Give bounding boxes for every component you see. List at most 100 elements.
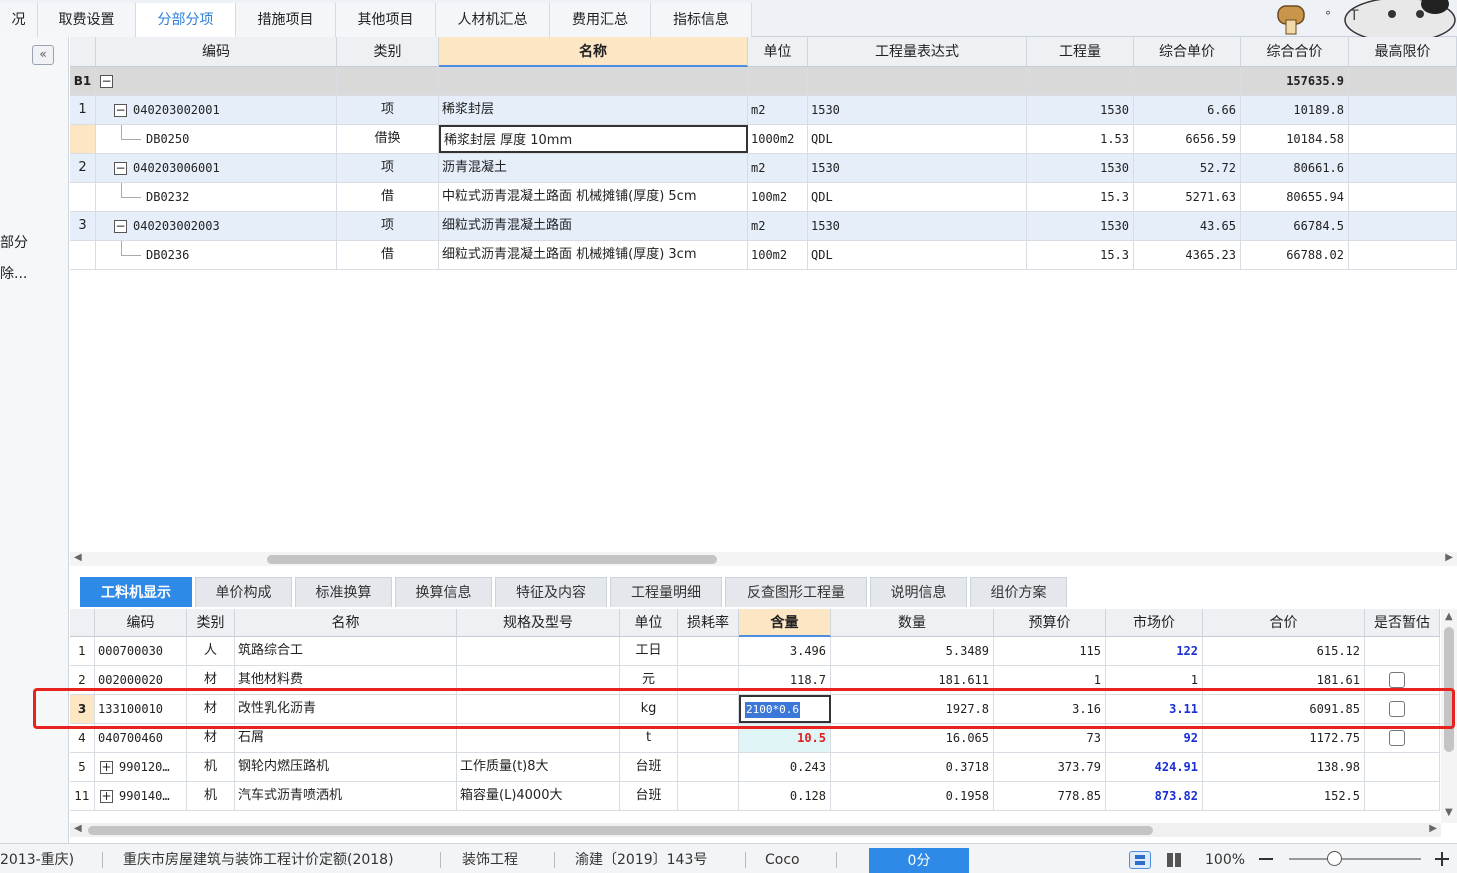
col-header-unit[interactable]: 单位 xyxy=(748,37,808,67)
col-header-quantity[interactable]: 数量 xyxy=(831,609,994,637)
unit-price-cell[interactable] xyxy=(1134,67,1241,95)
tab-fee-settings[interactable]: 取费设置 xyxy=(38,3,136,37)
qty-expr-cell[interactable]: QDL xyxy=(808,125,1027,153)
col-header-code[interactable]: 编码 xyxy=(96,37,337,67)
code-cell[interactable]: DB0250 xyxy=(96,125,337,153)
unit-price-cell[interactable]: 4365.23 xyxy=(1134,241,1241,269)
type-cell[interactable]: 项 xyxy=(337,154,439,182)
type-cell[interactable]: 人 xyxy=(187,637,235,665)
collapse-icon[interactable]: − xyxy=(114,220,127,233)
tab-labor-material-display[interactable]: 工料机显示 xyxy=(80,577,192,607)
col-header-name[interactable]: 名称 xyxy=(235,609,457,637)
provisional-cell[interactable] xyxy=(1365,782,1440,810)
collapse-sidebar-button[interactable]: « xyxy=(32,45,54,65)
provisional-checkbox[interactable] xyxy=(1389,730,1405,746)
code-cell[interactable]: − xyxy=(96,67,337,95)
max-price-cell[interactable] xyxy=(1349,154,1457,182)
tab-index-info[interactable]: 指标信息 xyxy=(651,3,752,37)
zoom-in-icon[interactable] xyxy=(1435,852,1449,866)
unit-price-cell[interactable]: 6656.59 xyxy=(1134,125,1241,153)
name-cell[interactable]: 钢轮内燃压路机 xyxy=(235,753,457,781)
max-price-cell[interactable] xyxy=(1349,183,1457,211)
qty-cell[interactable]: 1.53 xyxy=(1027,125,1134,153)
name-cell[interactable]: 汽车式沥青喷洒机 xyxy=(235,782,457,810)
loss-rate-cell[interactable] xyxy=(678,753,739,781)
name-cell-editing[interactable]: 稀浆封层 厚度 10mm xyxy=(439,125,748,153)
content-cell[interactable]: 3.496 xyxy=(739,637,831,665)
table-row[interactable]: 5 + 990120… 机 钢轮内燃压路机 工作质量(t)8大 台班 0.243… xyxy=(70,753,1440,782)
market-price-cell[interactable]: 122 xyxy=(1106,637,1203,665)
type-cell[interactable]: 机 xyxy=(187,753,235,781)
unit-cell[interactable]: 100m2 xyxy=(748,241,808,269)
code-cell[interactable]: − 040203002001 xyxy=(96,96,337,124)
qty-expr-cell[interactable]: 1530 xyxy=(808,154,1027,182)
table-row[interactable]: 1 000700030 人 筑路综合工 工日 3.496 5.3489 115 … xyxy=(70,637,1440,666)
name-cell[interactable]: 沥青混凝土 xyxy=(439,154,748,182)
table-row[interactable]: 2 − 040203006001 项 沥青混凝土 m2 1530 1530 52… xyxy=(70,154,1457,183)
col-header-max-price[interactable]: 最高限价 xyxy=(1349,37,1457,67)
col-header-qty-expr[interactable]: 工程量表达式 xyxy=(808,37,1027,67)
type-cell[interactable]: 机 xyxy=(187,782,235,810)
tab-sub-items[interactable]: 分部分项 xyxy=(136,3,236,37)
col-header-type[interactable]: 类别 xyxy=(337,37,439,67)
total-price-cell[interactable]: 10189.8 xyxy=(1241,96,1349,124)
tab-conversion-info[interactable]: 换算信息 xyxy=(395,577,492,607)
col-header-market-price[interactable]: 市场价 xyxy=(1106,609,1203,637)
unit-price-cell[interactable]: 43.65 xyxy=(1134,212,1241,240)
name-cell[interactable]: 稀浆封层 xyxy=(439,96,748,124)
qty-expr-cell[interactable] xyxy=(808,67,1027,95)
unit-cell[interactable]: m2 xyxy=(748,154,808,182)
scroll-up-icon[interactable]: ▲ xyxy=(1445,611,1453,622)
code-cell[interactable]: − 040203002003 xyxy=(96,212,337,240)
spec-cell[interactable] xyxy=(457,637,620,665)
col-header-qty[interactable]: 工程量 xyxy=(1027,37,1134,67)
scroll-thumb[interactable] xyxy=(267,555,717,564)
max-price-cell[interactable] xyxy=(1349,241,1457,269)
unit-cell[interactable]: 台班 xyxy=(620,753,678,781)
tab-overview[interactable]: 况 xyxy=(0,3,38,37)
name-cell[interactable]: 细粒式沥青混凝土路面 机械摊铺(厚度) 3cm xyxy=(439,241,748,269)
tab-measures[interactable]: 措施项目 xyxy=(236,3,336,37)
loss-rate-cell[interactable] xyxy=(678,782,739,810)
unit-cell[interactable]: 台班 xyxy=(620,782,678,810)
table-row[interactable]: 1 − 040203002001 项 稀浆封层 m2 1530 1530 6.6… xyxy=(70,96,1457,125)
expand-icon[interactable]: + xyxy=(100,761,113,774)
col-header-type[interactable]: 类别 xyxy=(187,609,235,637)
score-badge[interactable]: 0分 xyxy=(869,848,969,873)
total-price-cell[interactable]: 10184.58 xyxy=(1241,125,1349,153)
qty-cell[interactable]: 15.3 xyxy=(1027,183,1134,211)
zoom-slider-handle[interactable] xyxy=(1327,851,1342,866)
table-row[interactable]: DB0232 借 中粒式沥青混凝土路面 机械摊铺(厚度) 5cm 100m2 Q… xyxy=(70,183,1457,212)
total-cell[interactable]: 152.5 xyxy=(1203,782,1365,810)
col-header-spec[interactable]: 规格及型号 xyxy=(457,609,620,637)
unit-cell[interactable]: m2 xyxy=(748,212,808,240)
scroll-right-icon[interactable]: ▶ xyxy=(1429,823,1437,834)
max-price-cell[interactable] xyxy=(1349,67,1457,95)
quantity-cell[interactable]: 0.3718 xyxy=(831,753,994,781)
content-cell[interactable]: 0.128 xyxy=(739,782,831,810)
scroll-left-icon[interactable]: ◀ xyxy=(74,552,82,563)
qty-cell[interactable] xyxy=(1027,67,1134,95)
total-price-cell[interactable]: 80655.94 xyxy=(1241,183,1349,211)
tab-cost-summary[interactable]: 费用汇总 xyxy=(550,3,651,37)
qty-expr-cell[interactable]: QDL xyxy=(808,241,1027,269)
name-cell[interactable]: 中粒式沥青混凝土路面 机械摊铺(厚度) 5cm xyxy=(439,183,748,211)
tab-standard-conversion[interactable]: 标准换算 xyxy=(295,577,392,607)
unit-price-cell[interactable]: 6.66 xyxy=(1134,96,1241,124)
total-price-cell[interactable]: 66784.5 xyxy=(1241,212,1349,240)
col-header-loss-rate[interactable]: 损耗率 xyxy=(678,609,739,637)
type-cell[interactable]: 借换 xyxy=(337,125,439,153)
type-cell[interactable] xyxy=(337,67,439,95)
col-header-name[interactable]: 名称 xyxy=(439,37,748,67)
table-row[interactable]: DB0250 借换 稀浆封层 厚度 10mm 1000m2 QDL 1.53 6… xyxy=(70,125,1457,154)
col-header-total[interactable]: 合价 xyxy=(1203,609,1365,637)
type-cell[interactable]: 项 xyxy=(337,212,439,240)
max-price-cell[interactable] xyxy=(1349,125,1457,153)
qty-expr-cell[interactable]: 1530 xyxy=(808,212,1027,240)
table-row[interactable]: DB0236 借 细粒式沥青混凝土路面 机械摊铺(厚度) 3cm 100m2 Q… xyxy=(70,241,1457,270)
tab-pricing-plan[interactable]: 组价方案 xyxy=(970,577,1067,607)
col-header-unit-price[interactable]: 综合单价 xyxy=(1134,37,1241,67)
code-cell[interactable]: + 990140… xyxy=(95,782,187,810)
type-cell[interactable]: 项 xyxy=(337,96,439,124)
col-header-budget-price[interactable]: 预算价 xyxy=(994,609,1106,637)
